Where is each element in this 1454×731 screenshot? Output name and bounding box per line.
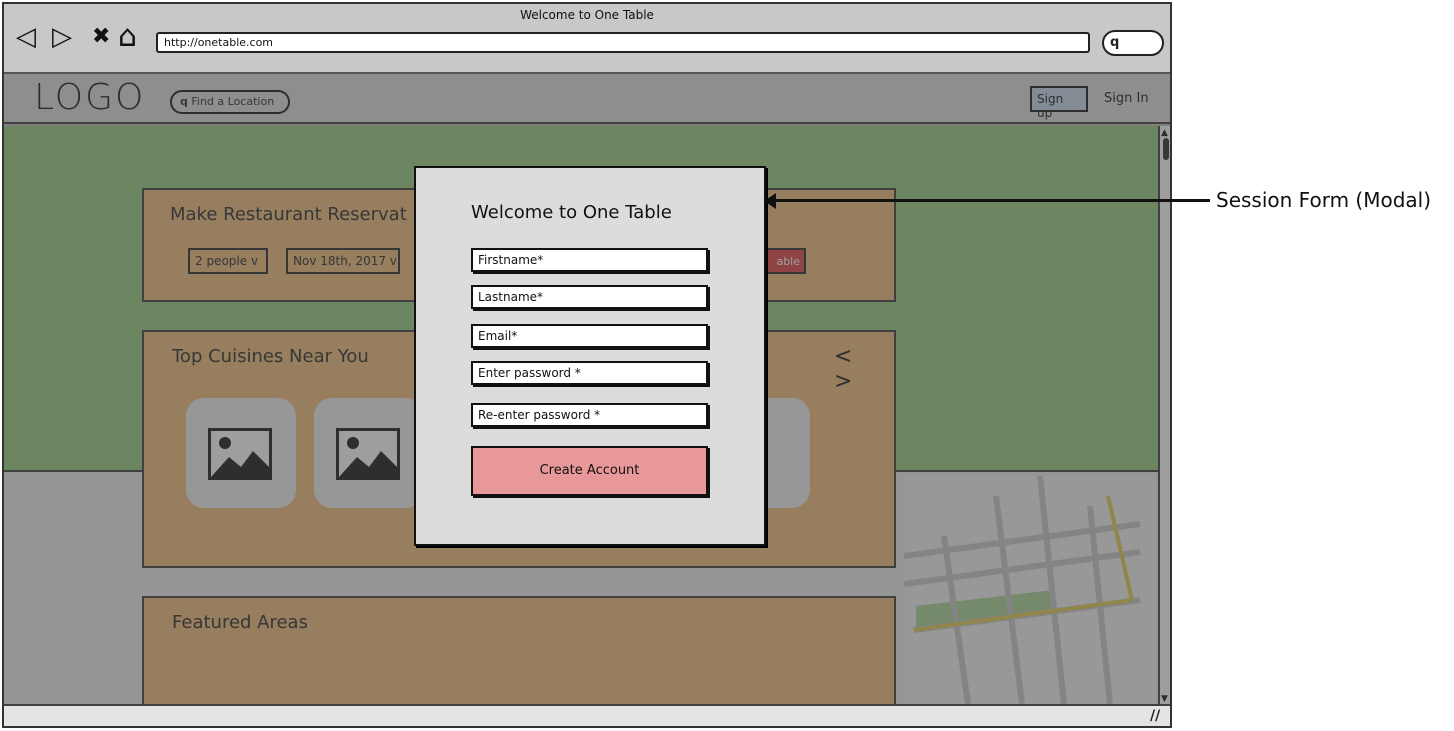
window-title: Welcome to One Table (520, 8, 654, 22)
status-bar: // (4, 704, 1170, 726)
home-icon[interactable]: ⌂ (118, 22, 137, 52)
back-icon[interactable]: ◁ (16, 22, 36, 52)
forward-icon[interactable]: ▷ (52, 22, 72, 52)
close-icon[interactable]: ✖ (92, 22, 110, 52)
annotation-line (772, 199, 1210, 202)
firstname-field[interactable]: Firstname* (471, 248, 708, 272)
modal-title: Welcome to One Table (471, 202, 672, 223)
session-form-modal: Welcome to One Table Firstname* Lastname… (414, 166, 766, 546)
annotation-label: Session Form (Modal) (1216, 188, 1432, 212)
create-account-button[interactable]: Create Account (471, 446, 708, 496)
search-icon: q (1110, 35, 1120, 50)
password-confirm-field[interactable]: Re-enter password * (471, 403, 708, 427)
url-bar[interactable]: http://onetable.com (156, 32, 1090, 53)
email-field[interactable]: Email* (471, 324, 708, 348)
lastname-field[interactable]: Lastname* (471, 285, 708, 309)
annotation-arrow-icon (764, 193, 776, 209)
resize-grip-icon[interactable]: // (1150, 708, 1160, 724)
password-field[interactable]: Enter password * (471, 361, 708, 385)
browser-search-button[interactable]: q (1102, 30, 1164, 56)
